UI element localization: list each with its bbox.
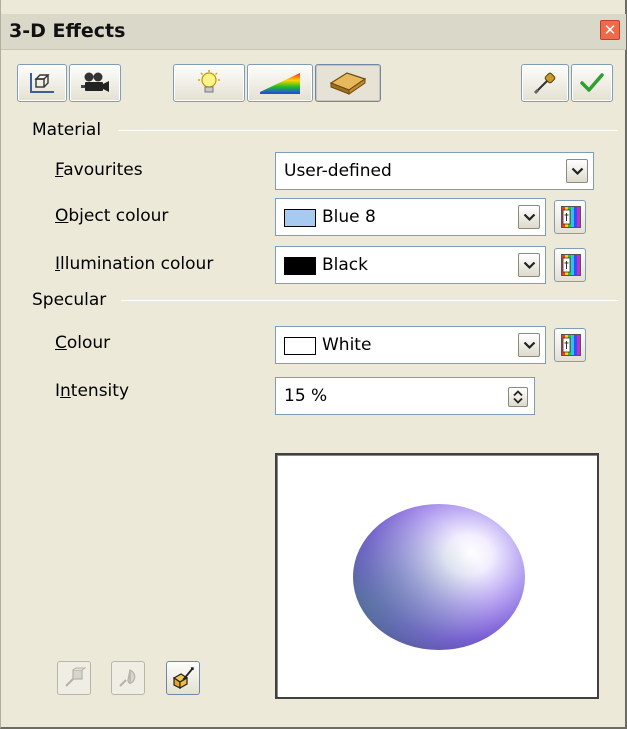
3d-preview (275, 453, 599, 699)
convert-to-lathe-button[interactable] (111, 661, 145, 695)
specular-colour-swatch (284, 337, 316, 355)
favourites-dropdown[interactable]: User-defined (275, 152, 594, 190)
specular-colour-dropdown[interactable]: White (275, 326, 546, 364)
specular-colour-palette-button[interactable] (554, 328, 586, 362)
color-palette-icon (561, 334, 581, 356)
shading-button[interactable] (69, 64, 121, 102)
favourites-dropdown-button[interactable] (566, 159, 588, 183)
favourites-label: Favourites (55, 160, 143, 180)
object-colour-dropdown[interactable]: Blue 8 (275, 198, 546, 236)
specular-separator (121, 300, 618, 301)
object-colour-palette-button[interactable] (554, 200, 586, 234)
object-colour-value: Blue 8 (322, 207, 376, 227)
illumination-colour-label: Illumination colour (55, 254, 214, 274)
assign-button[interactable] (521, 64, 569, 102)
material-slab-icon (329, 72, 367, 95)
sphere-preview-icon (353, 504, 525, 650)
cube-icon (30, 73, 54, 93)
material-separator (118, 130, 618, 131)
chevron-down-icon (523, 213, 536, 222)
convert-to-3d-button[interactable] (57, 661, 91, 695)
geometry-button[interactable] (17, 64, 67, 102)
checkmark-icon (580, 73, 604, 92)
camera-icon (81, 72, 109, 92)
rainbow-wedge-icon (260, 73, 300, 94)
title-bar[interactable]: 3-D Effects ✕ (1, 14, 626, 50)
perspective-button[interactable] (166, 661, 200, 695)
illumination-button[interactable] (173, 64, 245, 102)
specular-colour-dropdown-button[interactable] (518, 333, 540, 357)
illumination-colour-dropdown-button[interactable] (518, 253, 540, 277)
object-colour-swatch (284, 209, 316, 227)
specular-colour-value: White (322, 335, 372, 355)
lathe-object-icon (119, 669, 136, 687)
spin-arrows-icon (513, 390, 523, 404)
illumination-colour-swatch (284, 257, 316, 275)
object-colour-label: Object colour (55, 206, 169, 226)
chevron-down-icon (523, 261, 536, 270)
intensity-spin-button[interactable] (508, 387, 528, 407)
dialog-window: 3-D Effects ✕ Material Favourites User-d… (0, 0, 627, 729)
illumination-colour-dropdown[interactable]: Black (275, 246, 546, 284)
chevron-down-icon (571, 167, 584, 176)
chevron-down-icon (523, 341, 536, 350)
specular-colour-label: Colour (55, 333, 111, 353)
color-palette-icon (561, 206, 581, 228)
material-button[interactable] (315, 64, 381, 102)
close-icon: ✕ (603, 21, 617, 39)
specular-section-label: Specular (32, 290, 107, 310)
intensity-spinbox[interactable]: 15 % (275, 377, 535, 415)
intensity-value: 15 % (284, 386, 328, 406)
favourites-value: User-defined (284, 161, 392, 181)
textures-button[interactable] (247, 64, 313, 102)
perspective-icon (172, 667, 194, 690)
illumination-colour-palette-button[interactable] (554, 248, 586, 282)
close-button[interactable]: ✕ (600, 20, 620, 40)
material-section-label: Material (32, 120, 102, 140)
intensity-label: Intensity (55, 381, 130, 401)
dialog-title: 3-D Effects (9, 20, 126, 42)
update-button[interactable] (571, 64, 613, 102)
convert-3d-icon (65, 667, 86, 687)
lightbulb-icon (198, 70, 220, 93)
object-colour-dropdown-button[interactable] (518, 205, 540, 229)
eyedropper-icon (533, 72, 556, 95)
color-palette-icon (561, 254, 581, 276)
illumination-colour-value: Black (322, 255, 368, 275)
